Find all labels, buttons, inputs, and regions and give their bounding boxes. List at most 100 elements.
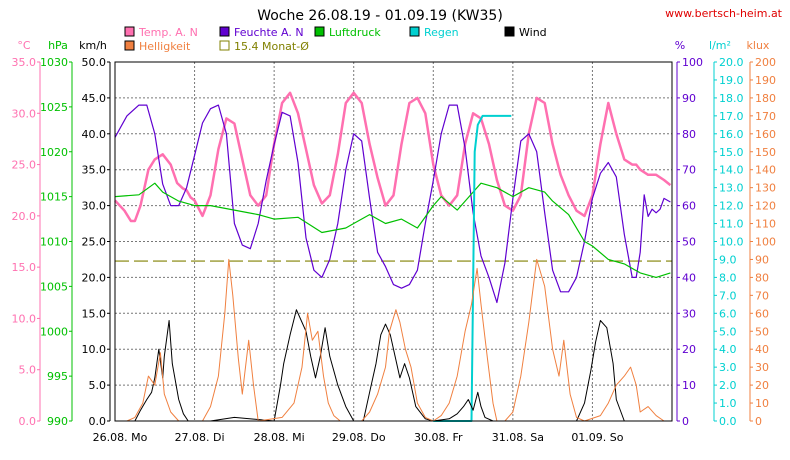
lux-tick-label: 110 <box>755 218 776 231</box>
lux-tick-label: 170 <box>755 110 776 123</box>
pressure-tick-label: 990 <box>47 415 68 428</box>
rain-axis-unit: l/m² <box>709 39 731 52</box>
lux-tick-label: 70 <box>755 289 769 302</box>
wind-tick-label: 25.0 <box>82 236 107 249</box>
legend-label: Temp. A. N <box>138 26 198 39</box>
temp-tick-label: 5.0 <box>19 364 37 377</box>
temp-tick-label: 20.0 <box>12 210 37 223</box>
lux-tick-label: 160 <box>755 128 776 141</box>
humidity-tick-label: 10 <box>682 379 696 392</box>
temp-tick-label: 0.0 <box>19 415 37 428</box>
wind-tick-label: 15.0 <box>82 307 107 320</box>
x-tick-label: 30.08. Fr <box>414 431 463 444</box>
legend-label: Luftdruck <box>329 26 381 39</box>
wind-axis-unit: km/h <box>79 39 107 52</box>
series-wind <box>115 309 671 422</box>
x-tick-label: 01.09. So <box>571 431 623 444</box>
wind-tick-label: 30.0 <box>82 200 107 213</box>
lux-tick-label: 20 <box>755 379 769 392</box>
rain-tick-label: 17.0 <box>719 110 744 123</box>
rain-tick-label: 8.0 <box>719 271 737 284</box>
grid <box>115 62 672 421</box>
wind-tick-label: 35.0 <box>82 164 107 177</box>
wind-tick-label: 20.0 <box>82 271 107 284</box>
rain-tick-label: 10.0 <box>719 236 744 249</box>
rain-tick-label: 19.0 <box>719 74 744 87</box>
lux-axis-unit: klux <box>747 39 770 52</box>
wind-tick-label: 5.0 <box>89 379 107 392</box>
pressure-tick-label: 1000 <box>40 325 68 338</box>
wind-tick-label: 40.0 <box>82 128 107 141</box>
x-tick-label: 28.08. Mi <box>254 431 305 444</box>
rain-tick-label: 7.0 <box>719 289 737 302</box>
weather-chart: Woche 26.08.19 - 01.09.19 (KW35) www.ber… <box>12 7 783 444</box>
humidity-tick-label: 100 <box>682 56 703 69</box>
lux-tick-label: 30 <box>755 361 769 374</box>
pressure-axis-unit: hPa <box>48 39 68 52</box>
legend-swatch <box>219 26 230 37</box>
rain-tick-label: 5.0 <box>719 325 737 338</box>
pressure-tick-label: 1015 <box>40 191 68 204</box>
pressure-tick-label: 1025 <box>40 101 68 114</box>
series-humidity <box>114 104 671 304</box>
plot-series <box>114 91 672 422</box>
temp-tick-label: 30.0 <box>12 107 37 120</box>
rain-tick-label: 13.0 <box>719 182 744 195</box>
humidity-tick-label: 90 <box>682 92 696 105</box>
lux-tick-label: 120 <box>755 200 776 213</box>
rain-tick-label: 3.0 <box>719 361 737 374</box>
series-temp <box>114 91 672 223</box>
rain-tick-label: 20.0 <box>719 56 744 69</box>
lux-tick-label: 100 <box>755 236 776 249</box>
humidity-tick-label: 50 <box>682 236 696 249</box>
lux-tick-label: 10 <box>755 397 769 410</box>
series-rain <box>433 114 512 422</box>
lux-tick-label: 140 <box>755 164 776 177</box>
legend-swatch <box>314 26 325 37</box>
x-tick-label: 27.08. Di <box>175 431 225 444</box>
pressure-tick-label: 1030 <box>40 56 68 69</box>
humidity-tick-label: 0 <box>682 415 689 428</box>
legend-swatch <box>124 40 135 51</box>
temp-tick-label: 10.0 <box>12 312 37 325</box>
lux-tick-label: 200 <box>755 56 776 69</box>
lux-tick-label: 90 <box>755 253 769 266</box>
pressure-tick-label: 1005 <box>40 280 68 293</box>
lux-tick-label: 50 <box>755 325 769 338</box>
temp-axis-unit: °C <box>17 39 31 52</box>
legend-label: Helligkeit <box>139 40 191 53</box>
lux-tick-label: 60 <box>755 307 769 320</box>
temp-tick-label: 25.0 <box>12 159 37 172</box>
rain-tick-label: 4.0 <box>719 343 737 356</box>
lux-tick-label: 80 <box>755 271 769 284</box>
rain-tick-label: 14.0 <box>719 164 744 177</box>
legend-swatch <box>219 40 230 51</box>
wind-tick-label: 50.0 <box>82 56 107 69</box>
pressure-tick-label: 995 <box>47 370 68 383</box>
legend-swatch <box>124 26 135 37</box>
rain-tick-label: 0.0 <box>719 415 737 428</box>
wind-tick-label: 0.0 <box>89 415 107 428</box>
pressure-tick-label: 1010 <box>40 236 68 249</box>
humidity-tick-label: 60 <box>682 200 696 213</box>
x-tick-label: 26.08. Mo <box>93 431 148 444</box>
x-axis: 26.08. Mo 27.08. Di 28.08. Mi 29.08. Do 30.0… <box>93 431 624 444</box>
rain-tick-label: 12.0 <box>719 200 744 213</box>
lux-tick-label: 180 <box>755 92 776 105</box>
lux-tick-label: 0 <box>755 415 762 428</box>
lux-tick-label: 190 <box>755 74 776 87</box>
legend-label: Wind <box>519 26 547 39</box>
rain-tick-label: 2.0 <box>719 379 737 392</box>
lux-tick-label: 130 <box>755 182 776 195</box>
pressure-tick-label: 1020 <box>40 146 68 159</box>
legend-swatch <box>504 26 515 37</box>
x-tick-label: 29.08. Do <box>332 431 386 444</box>
source-link[interactable]: www.bertsch-heim.at <box>665 7 783 20</box>
legend-label: Feuchte A. N <box>234 26 304 39</box>
wind-tick-label: 10.0 <box>82 343 107 356</box>
axes: 0.05.010.015.020.025.030.035.09909951000… <box>12 56 777 428</box>
rain-tick-label: 18.0 <box>719 92 744 105</box>
rain-tick-label: 9.0 <box>719 253 737 266</box>
chart-container: Woche 26.08.19 - 01.09.19 (KW35) www.ber… <box>0 0 790 460</box>
humidity-tick-label: 30 <box>682 307 696 320</box>
